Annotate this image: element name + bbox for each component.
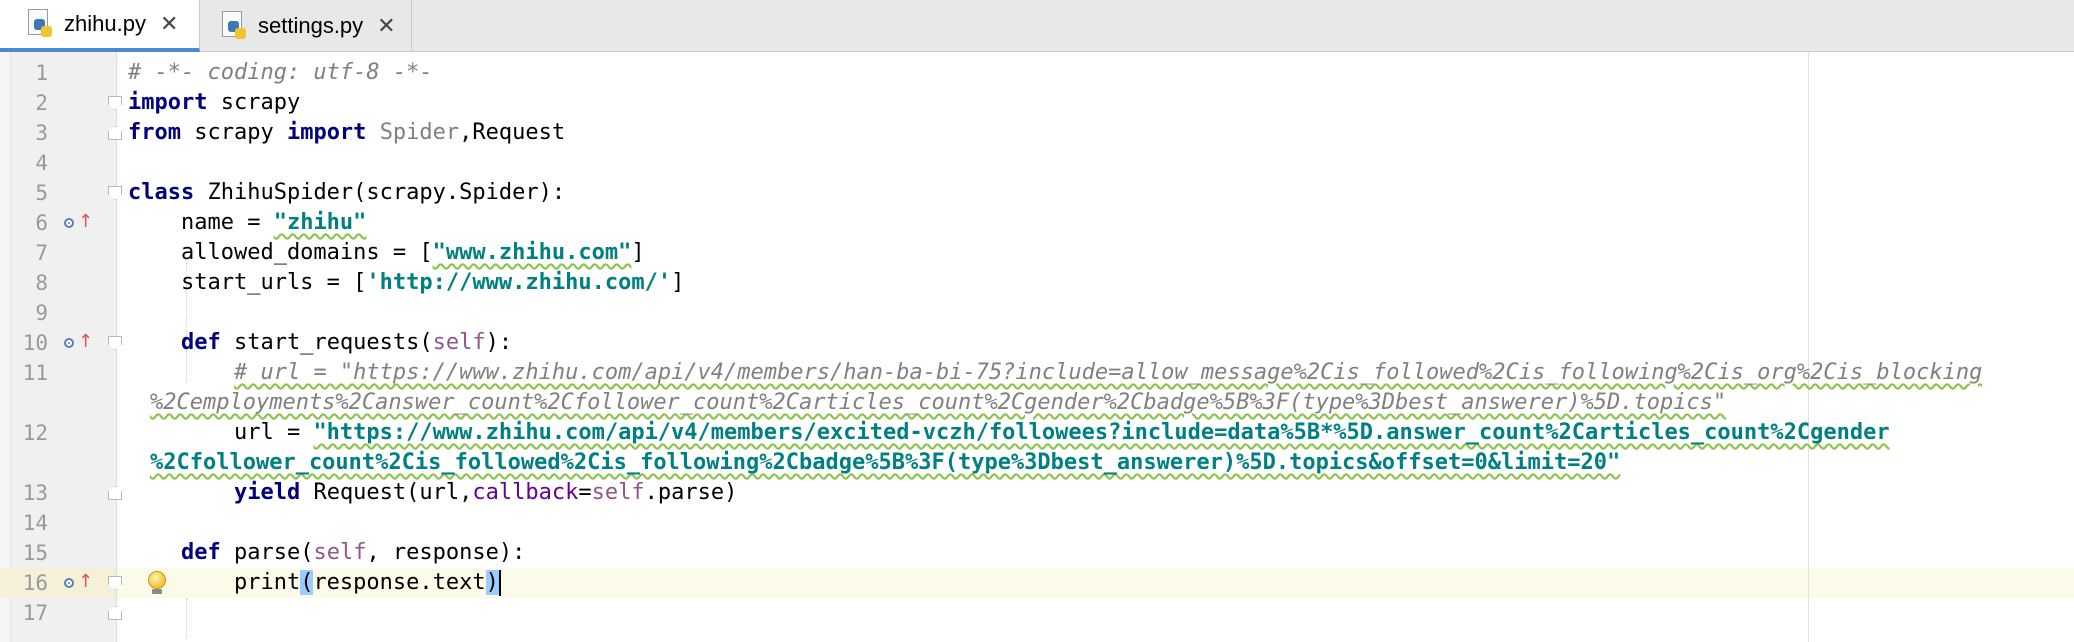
brace-match-highlight: ) <box>485 570 499 595</box>
override-method-icon[interactable]: ↑ <box>64 572 93 594</box>
code-line-5: class ZhihuSpider(scrapy.Spider): <box>128 180 566 205</box>
tab-settings-py[interactable]: settings.py ✕ <box>200 0 412 52</box>
line-number: 3 <box>35 121 48 145</box>
line-number: 14 <box>22 511 48 535</box>
tab-label: settings.py <box>258 13 364 38</box>
line-number: 17 <box>22 601 48 625</box>
line-number: 16 <box>22 571 48 595</box>
line-number: 13 <box>22 481 48 505</box>
line-number: 7 <box>35 241 48 265</box>
code-line-12: url = "https://www.zhihu.com/api/v4/memb… <box>128 420 1890 445</box>
code-line-11: # url = "https://www.zhihu.com/api/v4/me… <box>233 360 1983 385</box>
code-line-13: yield Request(url,callback=self.parse) <box>233 480 738 505</box>
python-file-icon <box>26 9 56 39</box>
code-line-6: name = "zhihu" <box>128 210 367 235</box>
line-number: 4 <box>35 151 48 175</box>
code-line-2: import scrapy <box>128 90 301 115</box>
line-number: 8 <box>35 271 48 295</box>
line-number: 9 <box>35 301 48 325</box>
python-file-icon <box>220 11 250 41</box>
code-line-16: print(response.text) <box>128 570 501 596</box>
code-line-1: # -*- coding: utf-8 -*- <box>128 60 433 85</box>
code-line-10: def start_requests(self): <box>180 330 513 355</box>
brace-match-highlight: ( <box>300 570 314 595</box>
line-number: 12 <box>22 421 48 445</box>
code-line-7: allowed_domains = ["www.zhihu.com"] <box>128 240 645 265</box>
text-caret <box>498 570 501 596</box>
line-number: 2 <box>35 91 48 115</box>
code-line-12-wrap: %2Cfollower_count%2Cis_followed%2Cis_fol… <box>150 450 1621 475</box>
code-line-11-wrap: %2Cemployments%2Canswer_count%2Cfollower… <box>150 390 1727 415</box>
code-line-8: start_urls = ['http://www.zhihu.com/'] <box>128 270 685 295</box>
code-line-15: def parse(self, response): <box>180 540 526 565</box>
line-number: 6 <box>35 211 48 235</box>
line-number: 5 <box>35 181 48 205</box>
line-number: 11 <box>22 361 48 385</box>
close-icon[interactable]: ✕ <box>377 13 395 39</box>
line-number: 1 <box>35 61 48 85</box>
line-number: 10 <box>22 331 48 355</box>
code-line-3: from scrapy import Spider,Request <box>128 120 566 145</box>
code-editor[interactable]: 1 2 3 4 5 6 7 8 9 10 11 12 13 14 15 16 1… <box>0 52 2074 642</box>
tab-label: zhihu.py <box>64 11 146 36</box>
right-margin-guide <box>1808 52 1809 642</box>
tab-zhihu-py[interactable]: zhihu.py ✕ <box>0 0 200 52</box>
close-icon[interactable]: ✕ <box>160 11 178 37</box>
line-number: 15 <box>22 541 48 565</box>
editor-tab-bar: zhihu.py ✕ settings.py ✕ <box>0 0 2074 52</box>
indent-guide <box>186 598 187 638</box>
left-tool-strip <box>0 52 11 642</box>
override-method-icon[interactable]: ↑ <box>64 212 93 234</box>
override-method-icon[interactable]: ↑ <box>64 332 93 354</box>
